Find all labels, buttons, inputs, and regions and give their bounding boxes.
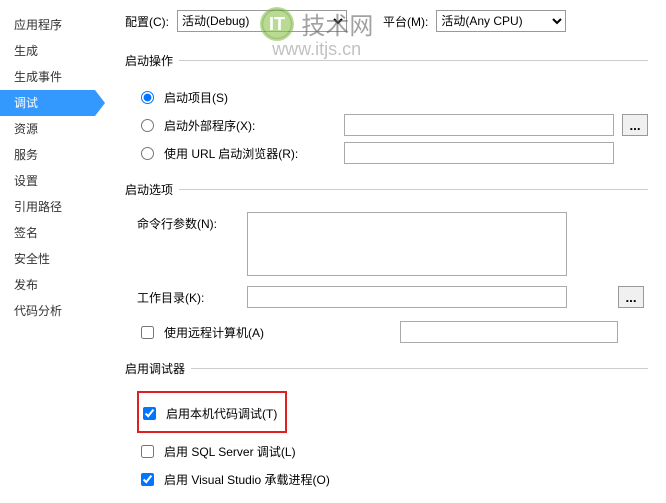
- workdir-label: 工作目录(K):: [137, 286, 247, 306]
- sidebar-item-label: 生成: [14, 44, 38, 58]
- start-url-input[interactable]: [344, 142, 614, 164]
- sidebar-item-label: 引用路径: [14, 200, 62, 214]
- main-panel: 配置(C): 活动(Debug) 平台(M): 活动(Any CPU) 启动操作…: [95, 0, 666, 503]
- native-debug-label: 启用本机代码调试(T): [166, 405, 277, 422]
- start-action-group: 启动操作 启动项目(S) 启动外部程序(X): ... 使用 URL 启动浏览器…: [125, 52, 648, 167]
- sidebar-item-label: 应用程序: [14, 18, 62, 32]
- start-options-legend: 启动选项: [125, 181, 179, 198]
- sidebar-item-label: 发布: [14, 278, 38, 292]
- sidebar-item-signing[interactable]: 签名: [14, 220, 95, 246]
- start-project-radio[interactable]: [141, 91, 154, 104]
- config-label: 配置(C):: [125, 13, 169, 30]
- start-external-label: 启动外部程序(X):: [164, 117, 255, 134]
- start-url-label: 使用 URL 启动浏览器(R):: [164, 145, 298, 162]
- config-select[interactable]: 活动(Debug): [177, 10, 347, 32]
- sidebar-item-build-events[interactable]: 生成事件: [14, 64, 95, 90]
- start-external-radio[interactable]: [141, 119, 154, 132]
- sidebar-item-label: 生成事件: [14, 70, 62, 84]
- remote-input[interactable]: [400, 321, 618, 343]
- debuggers-legend: 启用调试器: [125, 360, 191, 377]
- sidebar-item-code-analysis[interactable]: 代码分析: [14, 298, 95, 324]
- sidebar-item-debug[interactable]: 调试: [0, 90, 95, 116]
- args-label: 命令行参数(N):: [137, 212, 247, 232]
- sidebar-item-resources[interactable]: 资源: [14, 116, 95, 142]
- sidebar-item-security[interactable]: 安全性: [14, 246, 95, 272]
- args-textarea[interactable]: [247, 212, 567, 276]
- start-action-legend: 启动操作: [125, 52, 179, 69]
- remote-checkbox[interactable]: [141, 326, 154, 339]
- sidebar-item-label: 安全性: [14, 252, 50, 266]
- sidebar-item-build[interactable]: 生成: [14, 38, 95, 64]
- vshost-label: 启用 Visual Studio 承载进程(O): [164, 471, 330, 488]
- start-external-input[interactable]: [344, 114, 614, 136]
- native-debug-checkbox[interactable]: [143, 407, 156, 420]
- project-properties-page: IT 技术网 www.itjs.cn 应用程序 生成 生成事件 调试 资源 服务…: [0, 0, 666, 503]
- sql-debug-checkbox[interactable]: [141, 445, 154, 458]
- start-url-radio[interactable]: [141, 147, 154, 160]
- platform-select[interactable]: 活动(Any CPU): [436, 10, 566, 32]
- highlight-box: 启用本机代码调试(T): [137, 391, 287, 433]
- start-external-browse-button[interactable]: ...: [622, 114, 648, 136]
- sidebar-item-label: 设置: [14, 174, 38, 188]
- sidebar-item-reference-paths[interactable]: 引用路径: [14, 194, 95, 220]
- sidebar-item-label: 代码分析: [14, 304, 62, 318]
- start-options-group: 启动选项 命令行参数(N): 工作目录(K): ... 使用远程计算机(A): [125, 181, 648, 346]
- sidebar-item-settings[interactable]: 设置: [14, 168, 95, 194]
- remote-label: 使用远程计算机(A): [164, 324, 264, 341]
- sidebar-item-label: 签名: [14, 226, 38, 240]
- sql-debug-label: 启用 SQL Server 调试(L): [164, 443, 296, 460]
- sidebar-item-services[interactable]: 服务: [14, 142, 95, 168]
- start-project-label: 启动项目(S): [164, 89, 228, 106]
- platform-label: 平台(M):: [383, 13, 428, 30]
- workdir-input[interactable]: [247, 286, 567, 308]
- sidebar-item-label: 调试: [14, 96, 38, 110]
- sidebar: 应用程序 生成 生成事件 调试 资源 服务 设置 引用路径 签名 安全性 发布 …: [0, 0, 95, 503]
- sidebar-item-publish[interactable]: 发布: [14, 272, 95, 298]
- sidebar-item-app[interactable]: 应用程序: [14, 12, 95, 38]
- config-row: 配置(C): 活动(Debug) 平台(M): 活动(Any CPU): [125, 10, 648, 32]
- vshost-checkbox[interactable]: [141, 473, 154, 486]
- sidebar-item-label: 服务: [14, 148, 38, 162]
- sidebar-item-label: 资源: [14, 122, 38, 136]
- workdir-browse-button[interactable]: ...: [618, 286, 644, 308]
- debuggers-group: 启用调试器 启用本机代码调试(T) 启用 SQL Server 调试(L) 启用…: [125, 360, 648, 493]
